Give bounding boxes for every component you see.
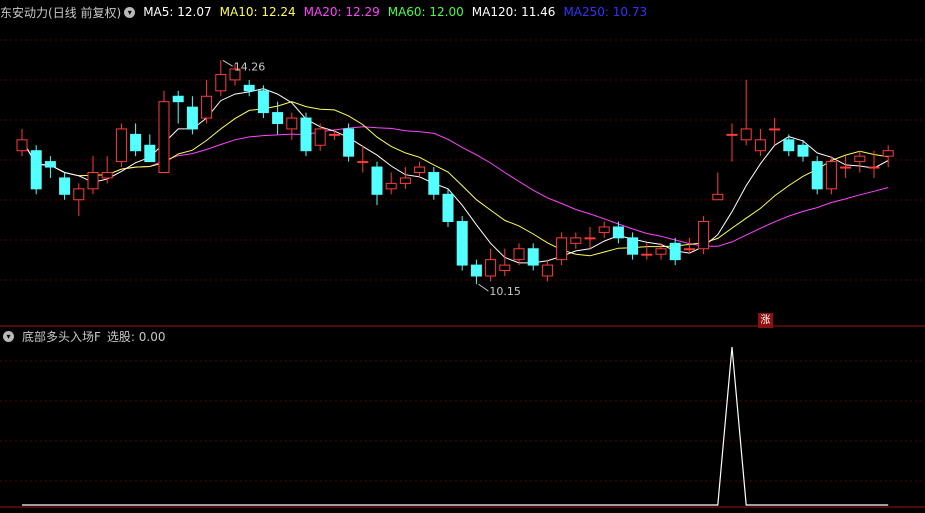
candle-body (16, 139, 28, 152)
candle-body (783, 139, 795, 152)
candle-body (399, 177, 411, 184)
candle-body (584, 237, 596, 240)
candle-body (698, 221, 710, 250)
candle-body (130, 133, 142, 152)
candle-body (541, 264, 553, 277)
candle-body (428, 172, 440, 195)
indicator-output: 选股: 0.00 (106, 329, 166, 344)
candle-body (840, 166, 852, 169)
main-chart-header: 东安动力 (日线 前复权) ▾ MA5: 12.07 MA10: 12.24 M… (0, 2, 655, 22)
ma20-value: MA20: 12.29 (303, 5, 380, 19)
stock-title: 东安动力 (0, 5, 49, 20)
candle-body (811, 161, 823, 190)
candle-body (797, 144, 809, 157)
candle-body (470, 264, 482, 277)
candle-body (726, 133, 738, 136)
candle-body (570, 237, 582, 244)
candle-body (612, 226, 624, 239)
candle-body (300, 117, 312, 152)
ma60-value: MA60: 12.00 (387, 5, 464, 19)
candle-body (328, 133, 340, 136)
candle-body (683, 248, 695, 251)
candle-body (882, 150, 894, 157)
kline-chart[interactable]: 14.26 10.15 (0, 0, 925, 513)
low-price-label: 10.15 (489, 285, 521, 298)
ma10-value: MA10: 12.24 (219, 5, 296, 19)
candle-body (669, 242, 681, 261)
candle-body (456, 221, 468, 266)
candle-body (527, 248, 539, 266)
candle-body (868, 166, 880, 169)
high-price-label-pointer (222, 59, 234, 67)
candle-body (186, 106, 198, 130)
candle-body (769, 128, 781, 131)
candle-body (655, 248, 667, 255)
candle-body (343, 128, 355, 157)
candle-body (243, 84, 255, 92)
candle-body (30, 150, 42, 190)
candle-body (442, 193, 454, 223)
candle-body (712, 193, 724, 201)
candle-body (215, 73, 227, 92)
candle-body (357, 161, 369, 164)
indicator-name: 底部多头入场F (22, 329, 101, 344)
candle-body (598, 226, 610, 233)
chevron-down-icon[interactable]: ▾ (124, 6, 136, 18)
chart-period: (日线 前复权) (48, 5, 122, 20)
ma10-line (21, 101, 889, 257)
candle-body (641, 253, 653, 256)
candle-body (513, 248, 525, 261)
candle-body (485, 259, 497, 277)
candle-body (172, 95, 184, 103)
candle-body (59, 177, 71, 195)
candle-body (87, 172, 99, 190)
candle-body (754, 139, 766, 152)
candle-body (556, 237, 568, 261)
candle-body (158, 101, 170, 173)
candle-body (414, 166, 426, 174)
candle-body (144, 144, 156, 163)
candle-body (44, 161, 56, 168)
candle-body (101, 172, 113, 179)
candle-body (825, 161, 837, 190)
high-price-label: 14.26 (234, 60, 265, 73)
chevron-down-icon[interactable]: ▾ (3, 330, 14, 342)
candle-body (740, 128, 752, 141)
candle-body (385, 182, 397, 190)
indicator-header: ▾ 底部多头入场F 选股: 0.00 (0, 326, 173, 346)
candle-body (627, 237, 639, 255)
candle-body (371, 166, 383, 195)
candle-body (272, 112, 284, 124)
ma5-line (21, 88, 889, 264)
candle-body (115, 128, 127, 163)
candle-body (73, 188, 85, 201)
candle-body (286, 117, 298, 130)
zhang-badge[interactable]: 涨 (758, 313, 773, 328)
candle-body (314, 128, 326, 146)
ma5-value: MA5: 12.07 (143, 5, 212, 19)
candle-body (499, 264, 511, 272)
candle-body (854, 155, 866, 163)
low-price-label-pointer (478, 283, 489, 292)
ma120-value: MA120: 11.46 (471, 5, 556, 19)
candle-body (257, 90, 269, 114)
candle-body (201, 95, 213, 119)
ma250-value: MA250: 10.73 (563, 5, 648, 19)
